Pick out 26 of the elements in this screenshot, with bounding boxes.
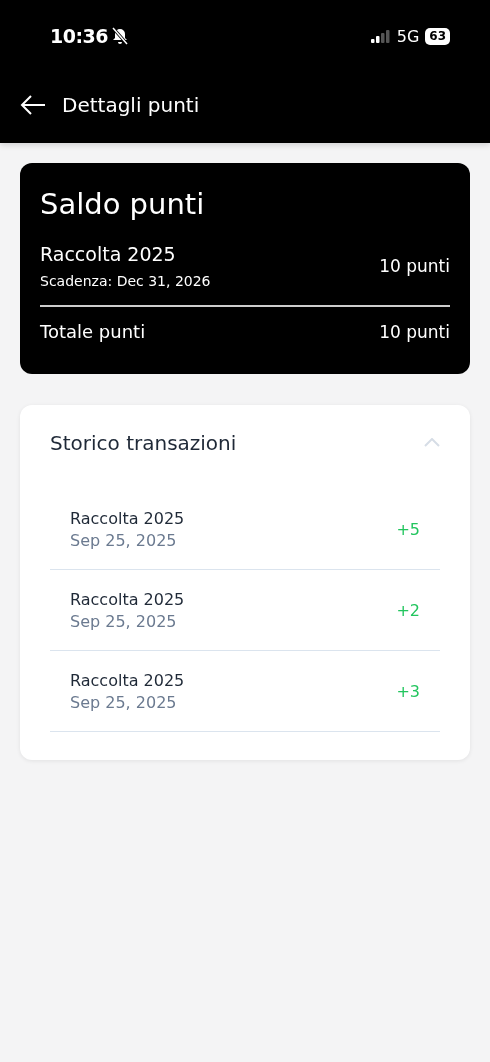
network-type: 5G bbox=[396, 26, 420, 46]
points-amount: +5 bbox=[396, 519, 420, 539]
total-label: Totale punti bbox=[40, 321, 146, 342]
transaction-name: Raccolta 2025 bbox=[70, 589, 185, 609]
clock: 10:36 bbox=[50, 25, 108, 47]
back-icon[interactable] bbox=[20, 94, 46, 115]
total-points: 10 punti bbox=[379, 321, 450, 342]
transaction-date: Sep 25, 2025 bbox=[70, 530, 178, 550]
transaction-date: Sep 25, 2025 bbox=[70, 692, 178, 712]
card-title: Saldo punti bbox=[40, 187, 206, 221]
transaction-date: Sep 25, 2025 bbox=[70, 611, 178, 631]
transaction-name: Raccolta 2025 bbox=[70, 508, 185, 528]
transaction-row[interactable]: Raccolta 2025 Sep 25, 2025 +2 bbox=[50, 570, 440, 651]
points-amount: +3 bbox=[396, 681, 420, 701]
section-title: Storico transazioni bbox=[50, 431, 237, 455]
screen-title: Dettagli punti bbox=[62, 92, 200, 117]
points-amount: +2 bbox=[396, 600, 420, 620]
battery-level: 63 bbox=[425, 27, 450, 45]
transaction-name: Raccolta 2025 bbox=[70, 670, 185, 690]
entry-points: 10 punti bbox=[379, 256, 450, 276]
bell-off-icon bbox=[112, 27, 128, 45]
transaction-row[interactable]: Raccolta 2025 Sep 25, 2025 +3 bbox=[50, 651, 440, 732]
transaction-row[interactable]: Raccolta 2025 Sep 25, 2025 +5 bbox=[50, 489, 440, 570]
expiry-date: Scadenza: Dec 31, 2026 bbox=[40, 273, 211, 289]
signal-icon bbox=[370, 29, 391, 43]
entry-name: Raccolta 2025 bbox=[40, 243, 177, 265]
